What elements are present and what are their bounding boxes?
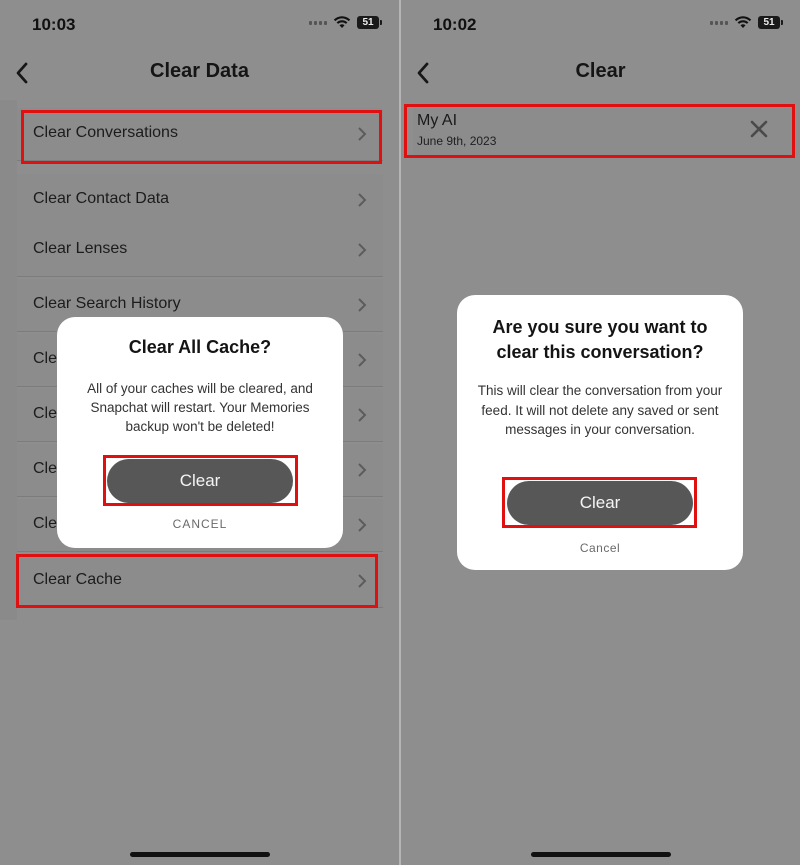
chevron-right-icon bbox=[358, 243, 367, 257]
row-label: Clear Contact Data bbox=[33, 190, 170, 207]
right-screen: 10:02 51 Clear My AI June 9th, 2023 Are … bbox=[401, 0, 800, 865]
list-edge bbox=[0, 100, 17, 620]
signal-icon bbox=[309, 20, 327, 25]
row-clear-contact-data[interactable]: Clear Contact Data bbox=[17, 174, 383, 227]
home-indicator bbox=[530, 852, 671, 857]
chevron-right-icon bbox=[358, 574, 367, 588]
chevron-right-icon bbox=[358, 127, 367, 141]
row-clear-lenses[interactable]: Clear Lenses bbox=[17, 224, 383, 277]
page-title: Clear Data bbox=[150, 60, 249, 82]
status-icons: 51 bbox=[710, 16, 783, 29]
chevron-right-icon bbox=[358, 518, 367, 532]
cancel-button[interactable]: CANCEL bbox=[57, 517, 343, 531]
chevron-right-icon bbox=[358, 463, 367, 477]
row-label: Clear Search History bbox=[33, 295, 181, 312]
dialog-title: Are you sure you want to clear this conv… bbox=[492, 317, 708, 362]
row-label: Cle bbox=[33, 460, 58, 477]
status-bar: 10:03 51 bbox=[0, 0, 399, 50]
status-icons: 51 bbox=[309, 16, 382, 29]
chevron-right-icon bbox=[358, 298, 367, 312]
battery-icon: 51 bbox=[357, 16, 382, 29]
wifi-icon bbox=[734, 16, 752, 29]
page-title: Clear bbox=[575, 60, 626, 82]
row-clear-cache[interactable]: Clear Cache bbox=[17, 555, 383, 608]
chevron-right-icon bbox=[358, 193, 367, 207]
chevron-right-icon bbox=[358, 408, 367, 422]
home-indicator bbox=[129, 852, 270, 857]
row-label: Clear Lenses bbox=[33, 240, 128, 257]
clear-conversation-dialog: Are you sure you want to clear this conv… bbox=[457, 295, 743, 570]
row-label: Cle bbox=[33, 405, 58, 422]
wifi-icon bbox=[333, 16, 351, 29]
close-icon[interactable] bbox=[750, 120, 768, 138]
status-time: 10:02 bbox=[433, 15, 477, 34]
conversation-item[interactable]: My AI June 9th, 2023 bbox=[413, 106, 790, 158]
dialog-body: This will clear the conversation from yo… bbox=[477, 383, 723, 437]
row-label: Clear Cache bbox=[33, 571, 122, 588]
conversation-date: June 9th, 2023 bbox=[417, 134, 497, 148]
battery-icon: 51 bbox=[758, 16, 783, 29]
clear-button[interactable]: Clear bbox=[507, 481, 693, 525]
signal-icon bbox=[710, 20, 728, 25]
cancel-button[interactable]: Cancel bbox=[457, 541, 743, 555]
status-bar: 10:02 51 bbox=[401, 0, 800, 50]
nav-bar: Clear bbox=[401, 56, 800, 92]
row-label: Cle bbox=[33, 350, 58, 367]
status-time: 10:03 bbox=[32, 15, 76, 34]
clear-button[interactable]: Clear bbox=[107, 459, 293, 503]
row-clear-conversations[interactable]: Clear Conversations bbox=[17, 108, 383, 161]
clear-cache-dialog: Clear All Cache? All of your caches will… bbox=[57, 317, 343, 548]
dialog-body: All of your caches will be cleared, and … bbox=[87, 381, 313, 434]
dialog-title: Clear All Cache? bbox=[128, 337, 272, 357]
row-label: Clear Conversations bbox=[33, 124, 178, 141]
chevron-right-icon bbox=[358, 353, 367, 367]
left-screen: 10:03 51 Clear Data Clear Conversations … bbox=[0, 0, 399, 865]
nav-bar: Clear Data bbox=[0, 56, 399, 92]
conversation-name: My AI bbox=[417, 112, 458, 129]
row-label: Cle bbox=[33, 515, 58, 532]
